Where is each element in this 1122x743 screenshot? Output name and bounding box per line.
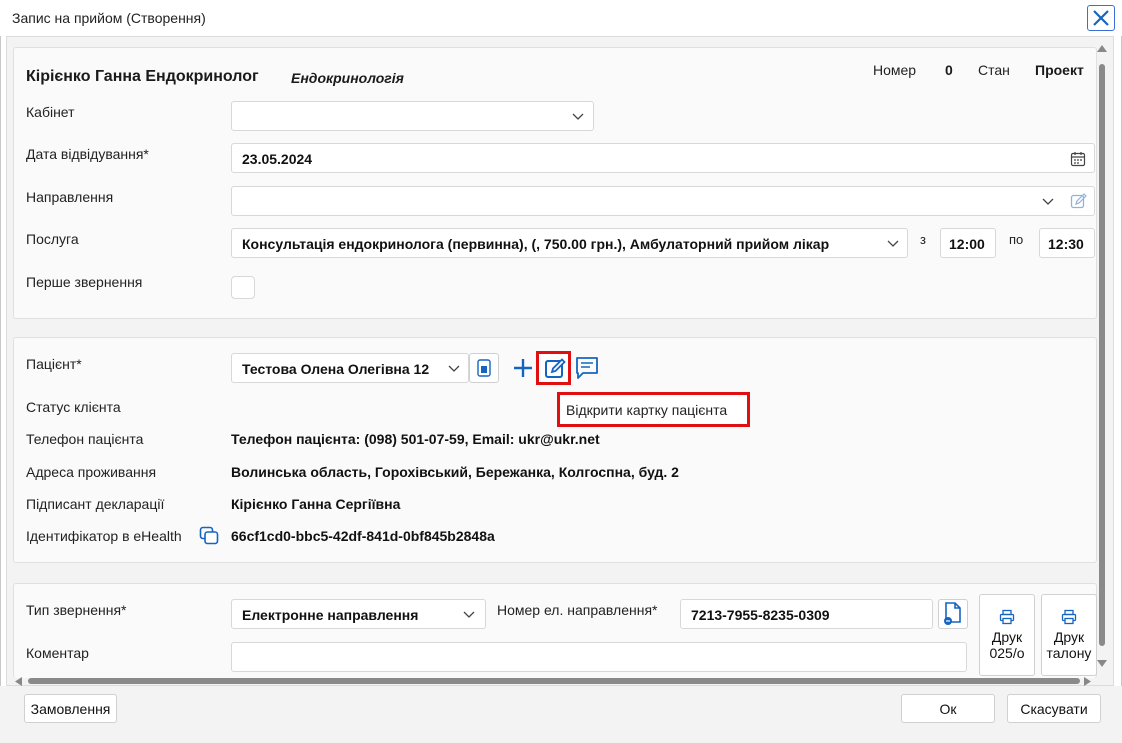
patient-value: Тестова Олена Олегівна 12 [242, 361, 430, 377]
print-025-button[interactable]: Друк 025/о [979, 594, 1035, 676]
copy-icon[interactable] [199, 526, 219, 545]
first-visit-label: Перше звернення [26, 274, 143, 290]
phone-label: Телефон пацієнта [26, 431, 144, 447]
window-title: Запис на прийом (Створення) [12, 10, 206, 26]
date-field[interactable]: 23.05.2024 [231, 143, 1095, 173]
signer-value: Кірієнко Ганна Сергіївна [231, 496, 401, 512]
first-visit-checkbox[interactable] [231, 276, 255, 299]
calendar-icon[interactable] [1070, 151, 1086, 167]
number-label: Номер [873, 62, 917, 78]
patient-select[interactable]: Тестова Олена Олегівна 12 [231, 353, 469, 383]
scroll-up-icon[interactable] [1097, 44, 1107, 52]
horizontal-scroll-thumb[interactable] [28, 678, 1080, 684]
referral-number-field[interactable]: 7213-7955-8235-0309 [680, 599, 933, 629]
title-bar: Запис на прийом (Створення) [0, 0, 1122, 36]
service-label: Послуга [26, 231, 79, 247]
number-value: 0 [945, 62, 953, 78]
print-025-line2: 025/о [989, 645, 1025, 661]
vertical-scrollbar[interactable] [1096, 42, 1108, 672]
tooltip-text: Відкрити картку пацієнта [566, 401, 728, 418]
referral-select[interactable] [231, 186, 1095, 216]
to-label: по [1009, 232, 1024, 247]
cabinet-select[interactable] [231, 101, 594, 131]
chevron-down-icon [572, 113, 584, 120]
address-value: Волинська область, Горохівський, Бережан… [231, 464, 679, 480]
message-icon [576, 357, 598, 379]
tooltip-open-patient-card: Відкрити картку пацієнта [557, 392, 750, 427]
service-value: Консультація ендокринолога (первинна), (… [242, 236, 830, 252]
add-patient-button[interactable] [508, 353, 538, 383]
date-label: Дата відвідування* [26, 146, 149, 162]
print-talon-line2: талону [1046, 645, 1092, 661]
comment-field[interactable] [231, 642, 967, 672]
appointment-panel [13, 47, 1097, 319]
to-time-field[interactable]: 12:30 [1039, 228, 1095, 258]
doctor-name: Кірієнко Ганна Ендокринолог [26, 68, 259, 85]
document-icon [944, 602, 961, 625]
appeal-type-value: Електронне направлення [242, 607, 419, 623]
service-select[interactable]: Консультація ендокринолога (первинна), (… [231, 228, 908, 258]
horizontal-scrollbar[interactable] [12, 676, 1096, 686]
vertical-scroll-thumb[interactable] [1099, 64, 1105, 646]
from-time-field[interactable]: 12:00 [940, 228, 996, 258]
scroll-down-icon[interactable] [1097, 660, 1107, 668]
from-time-value: 12:00 [949, 236, 985, 252]
chevron-down-icon [887, 240, 899, 247]
printer-icon [1061, 609, 1077, 625]
referral-label: Направлення [26, 189, 114, 205]
print-talon-line1: Друк [1053, 629, 1085, 645]
chevron-down-icon [1042, 198, 1054, 205]
ehealth-label: Ідентифікатор в eHealth [26, 528, 182, 544]
referral-number-value: 7213-7955-8235-0309 [691, 607, 830, 623]
order-button[interactable]: Замовлення [24, 694, 117, 723]
chevron-down-icon [463, 611, 475, 618]
print-talon-button[interactable]: Друк талону [1041, 594, 1097, 676]
open-patient-card-button[interactable] [536, 351, 571, 385]
order-button-label: Замовлення [30, 700, 111, 717]
close-button[interactable] [1087, 5, 1115, 31]
ok-button-label: Ок [939, 700, 957, 717]
printer-icon [999, 609, 1015, 625]
appeal-type-select[interactable]: Електронне направлення [231, 599, 486, 629]
specialty: Ендокринологія [291, 70, 404, 86]
to-time-value: 12:30 [1048, 236, 1084, 252]
comment-label: Коментар [26, 645, 89, 661]
from-label: з [920, 232, 926, 247]
plus-icon [514, 359, 532, 377]
cancel-button-label: Скасувати [1020, 700, 1088, 717]
state-value: Проект [1035, 62, 1084, 78]
date-value: 23.05.2024 [242, 151, 313, 167]
patient-message-button[interactable] [572, 353, 602, 383]
referral-document-button[interactable] [938, 599, 968, 629]
appeal-type-label: Тип звернення* [26, 602, 127, 618]
signer-label: Підписант декларації [26, 496, 165, 512]
ok-button[interactable]: Ок [901, 694, 995, 723]
referral-number-label: Номер ел. направлення* [497, 602, 658, 618]
close-icon [1093, 10, 1109, 26]
patient-label: Пацієнт* [26, 356, 82, 372]
edit-icon [545, 358, 566, 378]
print-025-line1: Друк [991, 629, 1023, 645]
scroll-left-icon[interactable] [14, 677, 22, 686]
client-status-label: Статус клієнта [26, 399, 121, 415]
cancel-button[interactable]: Скасувати [1007, 694, 1101, 723]
address-label: Адреса проживання [26, 464, 157, 480]
scroll-right-icon[interactable] [1084, 677, 1092, 686]
chevron-down-icon [448, 365, 460, 372]
state-label: Стан [978, 62, 1010, 78]
id-card-icon [477, 359, 491, 377]
ehealth-value: 66cf1cd0-bbc5-42df-841d-0bf845b2848a [231, 528, 495, 544]
cabinet-label: Кабінет [26, 104, 75, 120]
edit-icon[interactable] [1070, 193, 1087, 210]
phone-value: Телефон пацієнта: (098) 501-07-59, Email… [231, 431, 600, 447]
patient-card-button[interactable] [469, 353, 499, 383]
